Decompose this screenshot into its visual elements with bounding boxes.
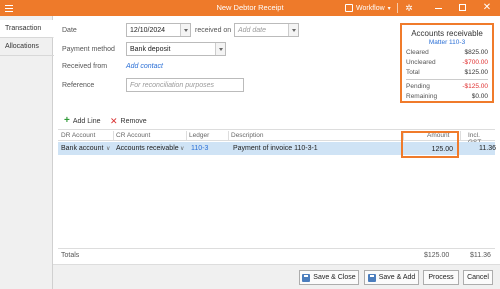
column-header[interactable]: Description (231, 132, 264, 139)
close-icon: ✕ (110, 116, 118, 126)
reference-placeholder: For reconciliation purposes (130, 82, 215, 89)
received-on-placeholder: Add date (238, 27, 267, 34)
remove-button[interactable]: ✕ Remove (110, 116, 147, 126)
footer-bar: Save & Close Save & Add Process Cancel (53, 264, 500, 289)
ar-value: $0.00 (471, 93, 488, 100)
ar-value: $825.00 (464, 49, 489, 56)
ar-row-remaining: Remaining $0.00 (406, 93, 488, 100)
chevron-down-icon: ▾ (387, 5, 391, 12)
column-divider (460, 131, 461, 140)
ar-label: Cleared (406, 49, 429, 56)
ar-row-pending: Pending -$125.00 (406, 83, 488, 90)
chevron-down-icon[interactable]: ∨ (106, 145, 110, 152)
ar-label: Pending (406, 83, 430, 90)
save-add-button[interactable]: Save & Add (364, 270, 419, 285)
chevron-down-icon[interactable] (180, 24, 190, 36)
grid-toolbar: + Add Line ✕ Remove (58, 115, 495, 129)
tab-transaction[interactable]: Transaction (0, 20, 54, 38)
save-close-label: Save & Close (313, 274, 356, 281)
process-label: Process (428, 274, 454, 281)
floppy-disk-icon (302, 273, 311, 282)
side-tabs: Transaction Allocations (0, 16, 54, 289)
column-header[interactable]: DR Account (61, 132, 95, 139)
ar-label: Uncleared (406, 59, 436, 66)
window-title: New Debtor Receipt (216, 3, 284, 12)
column-divider (113, 131, 114, 140)
dr-account-cell[interactable]: Bank account (61, 145, 103, 152)
totals-gst: $11.36 (470, 252, 491, 259)
amount-cell[interactable]: 125.00 (432, 146, 453, 153)
tab-allocations[interactable]: Allocations (0, 38, 54, 56)
add-line-label: Add Line (72, 117, 101, 125)
ar-title: Accounts receivable (411, 29, 483, 38)
title-bar: New Debtor Receipt Workflow ▾ ✲ ✕ (0, 0, 500, 16)
column-divider (228, 131, 229, 140)
accounts-receivable-panel: Accounts receivable Matter 110-3 Cleared… (400, 23, 494, 103)
ar-label: Remaining (406, 93, 438, 100)
ar-label: Total (406, 69, 420, 76)
column-divider (186, 131, 187, 140)
gear-icon[interactable]: ✲ (404, 3, 414, 13)
payment-method-value: Bank deposit (130, 46, 171, 53)
ar-row-uncleared: Uncleared -$700.00 (406, 59, 488, 66)
cr-account-cell[interactable]: Accounts receivable (116, 145, 179, 152)
save-add-label: Save & Add (378, 274, 416, 281)
totals-row: Totals $125.00 $11.36 (58, 248, 495, 261)
minimize-button[interactable] (433, 2, 445, 14)
chevron-down-icon[interactable]: ∨ (180, 145, 184, 152)
reference-field[interactable]: For reconciliation purposes (126, 78, 244, 92)
remove-label: Remove (120, 117, 147, 125)
chevron-down-icon[interactable] (288, 24, 298, 36)
process-button[interactable]: Process (423, 270, 459, 285)
workflow-button[interactable]: Workflow ▾ (345, 2, 391, 14)
date-field[interactable]: 12/10/2024 (126, 23, 191, 37)
ar-value: $125.00 (464, 69, 489, 76)
ar-row-cleared: Cleared $825.00 (406, 49, 488, 56)
received-on-label: received on (195, 27, 232, 34)
incl-gst-cell[interactable]: 11.36 (479, 145, 496, 152)
title-separator (397, 3, 398, 13)
ledger-cell[interactable]: 110-3 (191, 145, 208, 152)
totals-label: Totals (61, 252, 80, 259)
save-close-button[interactable]: Save & Close (299, 270, 359, 285)
chevron-down-icon[interactable] (215, 43, 225, 55)
amount-highlight: 125.00 (401, 131, 459, 158)
description-cell[interactable]: Payment of invoice 110-3-1 (233, 145, 318, 152)
ar-divider (406, 79, 488, 80)
workflow-label: Workflow (356, 4, 385, 12)
maximize-button[interactable] (457, 2, 469, 14)
received-from-label: Received from (62, 63, 108, 70)
date-value: 12/10/2024 (130, 27, 166, 34)
cancel-label: Cancel (467, 274, 489, 281)
ar-value: -$700.00 (462, 59, 488, 66)
ar-value: -$125.00 (462, 83, 488, 90)
close-button[interactable]: ✕ (481, 2, 493, 14)
cancel-button[interactable]: Cancel (463, 270, 493, 285)
floppy-disk-icon (367, 273, 376, 282)
add-contact-link[interactable]: Add contact (126, 63, 163, 70)
column-header[interactable]: CR Account (116, 132, 150, 139)
payment-method-select[interactable]: Bank deposit (126, 42, 226, 56)
ar-matter-link[interactable]: Matter 110-3 (402, 39, 492, 46)
workflow-icon (345, 4, 353, 12)
payment-method-label: Payment method (62, 46, 115, 53)
date-label: Date (62, 27, 77, 34)
ar-row-total: Total $125.00 (406, 69, 488, 76)
column-header[interactable]: Ledger (189, 132, 209, 139)
reference-label: Reference (62, 82, 95, 89)
add-line-button[interactable]: + Add Line (64, 116, 100, 126)
plus-icon: + (64, 115, 70, 126)
received-on-field[interactable]: Add date (234, 23, 299, 37)
totals-amount: $125.00 (424, 252, 450, 259)
